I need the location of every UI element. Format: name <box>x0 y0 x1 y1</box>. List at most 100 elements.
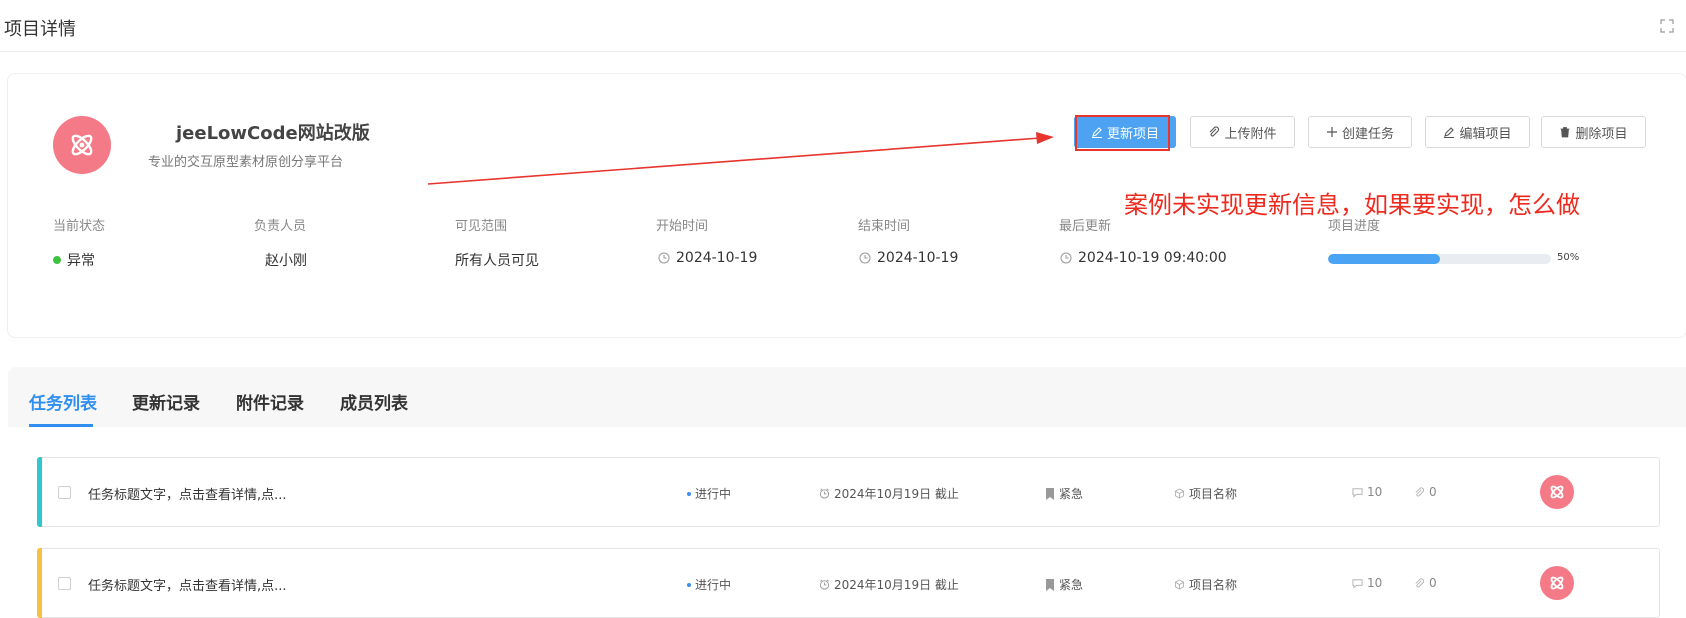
project-description: 专业的交互原型素材原创分享平台 <box>148 155 344 170</box>
task-priority: 紧急 <box>1045 576 1083 593</box>
start-time-value: 2024-10-19 <box>658 250 757 266</box>
task-status: 进行中 <box>687 485 731 502</box>
task-comments-count: 10 <box>1367 485 1383 499</box>
task-deadline-text: 2024年10月19日 截止 <box>834 487 959 501</box>
task-deadline-text: 2024年10月19日 截止 <box>834 578 959 592</box>
task-project: 项目名称 <box>1174 576 1237 593</box>
page-title: 项目详情 <box>4 19 76 40</box>
task-deadline: 2024年10月19日 截止 <box>819 485 959 502</box>
paperclip-icon <box>1415 487 1425 496</box>
pencil-icon <box>1444 127 1455 138</box>
start-time-text: 2024-10-19 <box>676 250 758 266</box>
delete-project-button[interactable]: 删除项目 <box>1541 116 1646 148</box>
last-updated-value: 2024-10-19 09:40:00 <box>1060 250 1227 266</box>
task-accent-bar <box>37 457 42 527</box>
task-status-text: 进行中 <box>695 487 732 501</box>
task-assignee-avatar[interactable] <box>1540 475 1574 509</box>
task-row[interactable]: 任务标题文字，点击查看详情,点... 进行中 2024年10月19日 截止 紧急… <box>37 457 1660 527</box>
status-dot <box>687 491 691 496</box>
delete-project-label: 删除项目 <box>1575 126 1628 142</box>
cube-icon <box>1174 488 1185 499</box>
bookmark-icon <box>1046 487 1054 500</box>
create-task-button[interactable]: 创建任务 <box>1308 116 1412 148</box>
owner-value: 赵小刚 <box>265 250 307 270</box>
task-status: 进行中 <box>687 576 731 593</box>
clock-icon <box>1060 252 1072 264</box>
project-logo <box>53 116 111 174</box>
active-tab-indicator <box>29 424 93 427</box>
end-time-label: 结束时间 <box>858 219 911 234</box>
tab-update-records[interactable]: 更新记录 <box>132 389 200 414</box>
task-comments: 10 <box>1352 576 1382 590</box>
clock-icon <box>859 252 871 264</box>
task-title[interactable]: 任务标题文字，点击查看详情,点... <box>88 575 287 594</box>
task-status-text: 进行中 <box>695 578 732 592</box>
tab-attachment-records[interactable]: 附件记录 <box>236 389 304 414</box>
comment-icon <box>1352 578 1363 589</box>
owner-label: 负责人员 <box>254 219 307 234</box>
task-project-text: 项目名称 <box>1189 487 1238 501</box>
start-time-label: 开始时间 <box>656 219 709 234</box>
task-deadline: 2024年10月19日 截止 <box>819 576 959 593</box>
task-priority-text: 紧急 <box>1059 578 1084 592</box>
task-attachments: 0 <box>1414 576 1437 590</box>
visibility-label: 可见范围 <box>455 219 508 234</box>
cube-icon <box>1174 579 1185 590</box>
alarm-clock-icon <box>819 579 830 590</box>
task-attachments: 0 <box>1414 485 1437 499</box>
task-title[interactable]: 任务标题文字，点击查看详情,点... <box>88 484 287 503</box>
status-dot <box>687 582 691 587</box>
create-task-label: 创建任务 <box>1341 126 1394 142</box>
task-comments: 10 <box>1352 485 1382 499</box>
update-project-label: 更新项目 <box>1106 126 1159 142</box>
plus-icon <box>1326 127 1337 137</box>
end-time-value: 2024-10-19 <box>859 250 958 266</box>
task-accent-bar <box>37 548 42 618</box>
task-assignee-avatar[interactable] <box>1540 566 1574 600</box>
owner-text: 赵小刚 <box>265 253 307 269</box>
status-label: 当前状态 <box>53 219 106 234</box>
task-row[interactable]: 任务标题文字，点击查看详情,点... 进行中 2024年10月19日 截止 紧急… <box>37 548 1660 618</box>
progress-fill <box>1328 254 1440 264</box>
trash-icon <box>1560 127 1570 138</box>
task-project: 项目名称 <box>1174 485 1237 502</box>
visibility-value: 所有人员可见 <box>455 250 539 270</box>
task-checkbox[interactable] <box>58 486 71 499</box>
paperclip-icon <box>1210 126 1220 137</box>
atom-icon <box>1550 485 1564 499</box>
task-attachments-count: 0 <box>1429 576 1437 590</box>
page-header: 项目详情 <box>0 0 1686 52</box>
status-value: 异常 <box>53 250 95 270</box>
comment-icon <box>1352 487 1363 498</box>
progress-label: 项目进度 <box>1328 219 1381 234</box>
visibility-text: 所有人员可见 <box>455 253 539 269</box>
tab-member-list[interactable]: 成员列表 <box>340 389 408 414</box>
upload-attachment-label: 上传附件 <box>1224 126 1277 142</box>
task-priority: 紧急 <box>1045 485 1083 502</box>
progress-bar <box>1328 254 1551 264</box>
upload-attachment-button[interactable]: 上传附件 <box>1190 116 1295 148</box>
task-attachments-count: 0 <box>1429 485 1437 499</box>
task-checkbox[interactable] <box>58 577 71 590</box>
edit-project-button[interactable]: 编辑项目 <box>1425 116 1530 148</box>
task-comments-count: 10 <box>1367 576 1383 590</box>
bookmark-icon <box>1046 578 1054 591</box>
last-updated-label: 最后更新 <box>1059 219 1112 234</box>
project-name: jeeLowCode网站改版 <box>176 123 370 144</box>
edit-project-label: 编辑项目 <box>1459 126 1512 142</box>
update-project-button[interactable]: 更新项目 <box>1074 116 1176 148</box>
status-text: 异常 <box>67 253 95 269</box>
atom-icon <box>1550 576 1564 590</box>
pencil-icon <box>1091 127 1102 138</box>
last-updated-text: 2024-10-19 09:40:00 <box>1078 250 1227 266</box>
end-time-text: 2024-10-19 <box>877 250 959 266</box>
task-priority-text: 紧急 <box>1059 487 1084 501</box>
progress-text: 50% <box>1557 252 1580 263</box>
clock-icon <box>658 252 670 264</box>
atom-icon <box>71 134 93 156</box>
task-project-text: 项目名称 <box>1189 578 1238 592</box>
paperclip-icon <box>1415 578 1425 587</box>
alarm-clock-icon <box>819 488 830 499</box>
tab-task-list[interactable]: 任务列表 <box>29 389 97 414</box>
fullscreen-icon[interactable] <box>1660 19 1674 33</box>
